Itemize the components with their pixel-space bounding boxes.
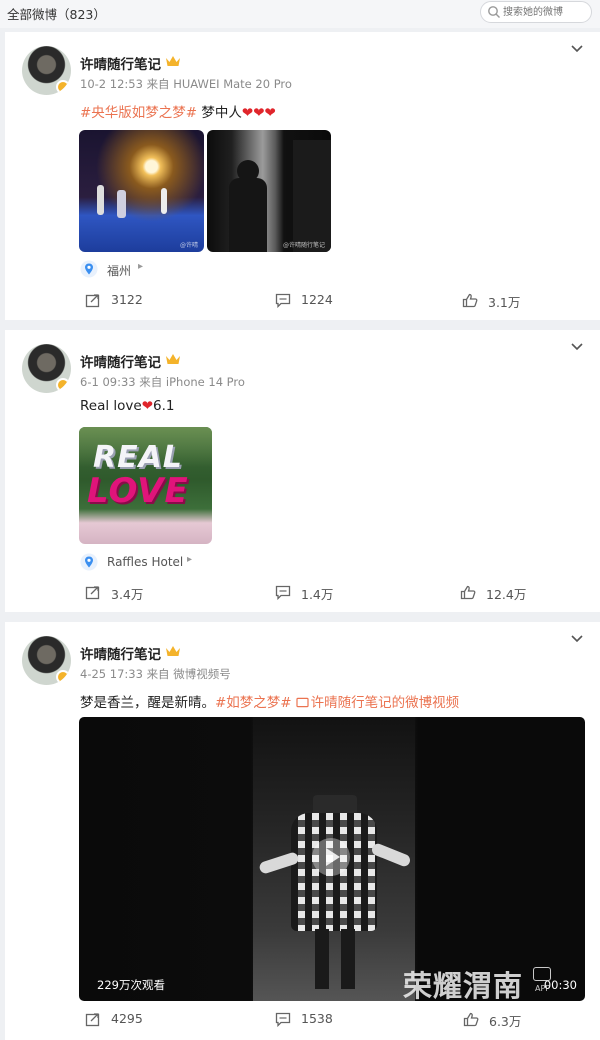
post-body: 梦中人 <box>197 105 242 121</box>
search-icon <box>488 6 500 18</box>
stage-performance-photo[interactable]: @许晴 <box>79 130 204 252</box>
hashtag-link[interactable]: #如梦之梦# <box>215 695 292 711</box>
verified-badge-icon <box>56 80 70 94</box>
post-body: Real love <box>80 398 142 414</box>
love-sign-text: LOVE <box>87 471 189 511</box>
location-tag[interactable]: Raffles Hotel ▸ <box>80 553 220 573</box>
hashtag-link[interactable]: #央华版如梦之梦# <box>80 105 197 121</box>
heart-emoji: ❤❤❤ <box>241 105 276 121</box>
post-time[interactable]: 10-2 12:53 <box>80 77 143 91</box>
location-arrow-icon: ▸ <box>187 554 193 565</box>
repost-icon <box>85 1013 100 1027</box>
video-view-count: 229万次观看 <box>97 978 165 992</box>
real-love-photo[interactable]: REAL LOVE <box>79 427 212 544</box>
comment-count: 1.4万 <box>301 587 334 602</box>
thumbs-up-icon <box>463 1012 479 1027</box>
watermark-logo: 荣耀渭南 APP <box>403 967 551 1001</box>
post-meta: 6-1 09:33 来自 iPhone 14 Pro <box>80 374 245 390</box>
real-sign-text: REAL <box>93 440 183 475</box>
search-box[interactable] <box>480 1 592 23</box>
post-body-suffix: 6.1 <box>153 398 175 414</box>
chevron-down-icon[interactable] <box>570 634 584 644</box>
page-title: 全部微博（823） <box>7 7 106 22</box>
post-card: 许晴随行笔记 6-1 09:33 来自 iPhone 14 Pro Real l… <box>5 330 600 612</box>
location-pin-icon <box>80 553 98 571</box>
chevron-down-icon[interactable] <box>570 44 584 54</box>
comment-icon <box>275 1012 291 1027</box>
top-bar: 全部微博（823） <box>0 0 600 28</box>
chevron-down-icon[interactable] <box>570 342 584 352</box>
post-text: #央华版如梦之梦# 梦中人❤❤❤ <box>80 101 276 121</box>
video-link-label: 许晴随行笔记的微博视频 <box>310 695 460 711</box>
avatar[interactable] <box>22 344 71 393</box>
post-meta: 10-2 12:53 来自 HUAWEI Mate 20 Pro <box>80 76 292 92</box>
like-count: 3.1万 <box>488 295 521 310</box>
post-card: 许晴随行笔记 4-25 17:33 来自 微博视频号 梦是香兰，醒是新晴。#如梦… <box>5 622 600 1040</box>
post-actions: 3122 1224 3.1万 <box>5 290 600 312</box>
backstage-silhouette-photo[interactable]: @许晴随行笔记 <box>207 130 331 252</box>
username[interactable]: 许晴随行笔记 <box>80 351 161 371</box>
search-input[interactable] <box>503 5 587 20</box>
repost-count: 3.4万 <box>111 587 144 602</box>
video-icon <box>296 697 309 708</box>
thumbs-up-icon <box>460 585 476 600</box>
heart-emoji: ❤ <box>141 398 154 414</box>
post-actions: 4295 1538 6.3万 <box>5 1009 600 1031</box>
post-time[interactable]: 6-1 09:33 <box>80 375 136 389</box>
verified-badge-icon <box>56 670 70 684</box>
location-tag[interactable]: 福州 ▸ <box>80 260 200 280</box>
thumbs-up-icon <box>462 293 478 308</box>
post-body: 梦是香兰，醒是新晴。 <box>80 695 215 711</box>
crown-icon <box>166 354 180 364</box>
play-button-icon[interactable] <box>311 837 351 877</box>
username[interactable]: 许晴随行笔记 <box>80 643 161 663</box>
post-source: 来自 HUAWEI Mate 20 Pro <box>146 77 292 91</box>
comment-icon <box>275 585 291 600</box>
post-card: 许晴随行笔记 10-2 12:53 来自 HUAWEI Mate 20 Pro … <box>5 32 600 320</box>
repost-icon <box>85 294 100 308</box>
post-text: Real love❤6.1 <box>80 398 175 414</box>
repost-count: 3122 <box>111 292 143 307</box>
comment-count: 1224 <box>301 292 333 307</box>
repost-icon <box>85 586 100 600</box>
image-watermark: @许晴随行笔记 <box>282 242 325 249</box>
post-actions: 3.4万 1.4万 12.4万 <box>5 582 600 604</box>
like-count: 12.4万 <box>486 587 527 602</box>
post-source: 来自 iPhone 14 Pro <box>139 375 245 389</box>
post-text: 梦是香兰，醒是新晴。#如梦之梦# 许晴随行笔记的微博视频 <box>80 691 459 711</box>
video-player[interactable]: 229万次观看 00:30 荣耀渭南 APP <box>79 717 585 1001</box>
username[interactable]: 许晴随行笔记 <box>80 53 161 73</box>
comment-icon <box>275 293 291 308</box>
post-source: 来自 微博视频号 <box>146 667 231 681</box>
location-pin-icon <box>80 260 98 278</box>
crown-icon <box>166 56 180 66</box>
location-arrow-icon: ▸ <box>138 261 144 272</box>
verified-badge-icon <box>56 378 70 392</box>
video-link[interactable]: 许晴随行笔记的微博视频 <box>292 695 460 711</box>
location-label: 福州 <box>107 264 132 278</box>
repost-count: 4295 <box>111 1011 143 1026</box>
image-watermark: @许晴 <box>179 242 198 249</box>
location-label: Raffles Hotel <box>107 555 184 569</box>
like-count: 6.3万 <box>489 1014 522 1029</box>
post-time[interactable]: 4-25 17:33 <box>80 667 143 681</box>
crown-icon <box>166 646 180 656</box>
avatar[interactable] <box>22 636 71 685</box>
post-meta: 4-25 17:33 来自 微博视频号 <box>80 666 231 682</box>
avatar[interactable] <box>22 46 71 95</box>
comment-count: 1538 <box>301 1011 333 1026</box>
